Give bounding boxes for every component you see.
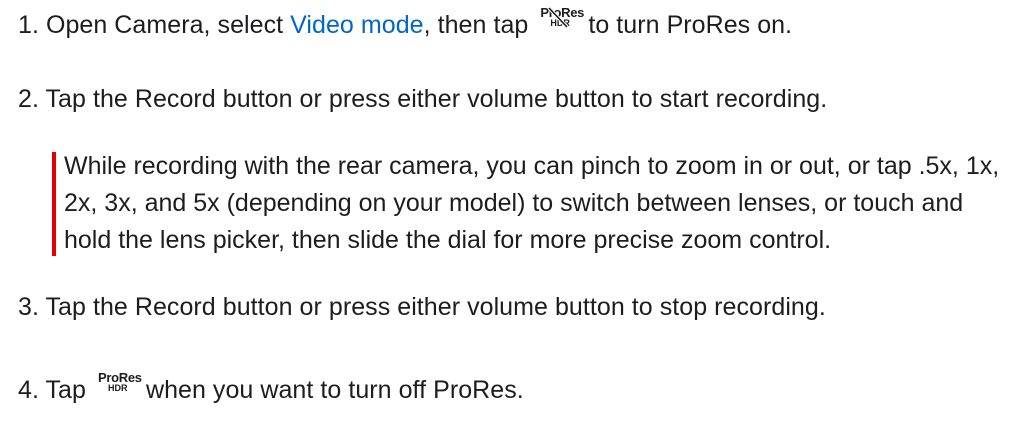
step-4-text-start: Tap xyxy=(45,376,93,404)
zoom-note: While recording with the rear camera, yo… xyxy=(52,148,1029,260)
step-2-number: 2. xyxy=(18,85,39,113)
step-2: 2. Tap the Record button or press either… xyxy=(18,83,827,115)
step-1-text-start: Open Camera, select xyxy=(45,11,291,39)
note-line-1: While recording with the rear camera, yo… xyxy=(64,152,1000,180)
step-1-text-end: to turn ProRes on. xyxy=(581,11,793,39)
prores-hdr-off-icon: ProRes HDR xyxy=(539,5,584,31)
step-2-text: Tap the Record button or press either vo… xyxy=(45,85,828,113)
video-mode-link[interactable]: Video mode xyxy=(290,11,423,39)
instruction-steps: 1. Open Camera, select Video mode, then … xyxy=(0,0,1029,426)
strike-through-icon xyxy=(548,6,569,29)
prores-icon-bottom-label: HDR xyxy=(107,383,128,393)
step-1-number: 1. xyxy=(18,11,39,39)
note-accent-bar xyxy=(52,152,56,256)
step-4-number: 4. xyxy=(18,376,39,404)
note-line-3: hold the lens picker, then slide the dia… xyxy=(64,226,832,254)
step-4-text-end: when you want to turn off ProRes. xyxy=(138,376,524,404)
note-text: While recording with the rear camera, yo… xyxy=(64,148,1029,259)
step-1-text-middle: , then tap xyxy=(423,11,536,39)
note-line-2: 2x, 3x, and 5x (depending on your model)… xyxy=(64,189,964,217)
step-1: 1. Open Camera, select Video mode, then … xyxy=(18,5,792,41)
step-4: 4. Tap ProRes HDR when you want to turn … xyxy=(18,370,524,406)
step-3-text: Tap the Record button or press either vo… xyxy=(45,293,826,321)
prores-hdr-icon: ProRes HDR xyxy=(97,370,142,396)
step-3-number: 3. xyxy=(18,293,39,321)
step-3: 3. Tap the Record button or press either… xyxy=(18,291,826,323)
